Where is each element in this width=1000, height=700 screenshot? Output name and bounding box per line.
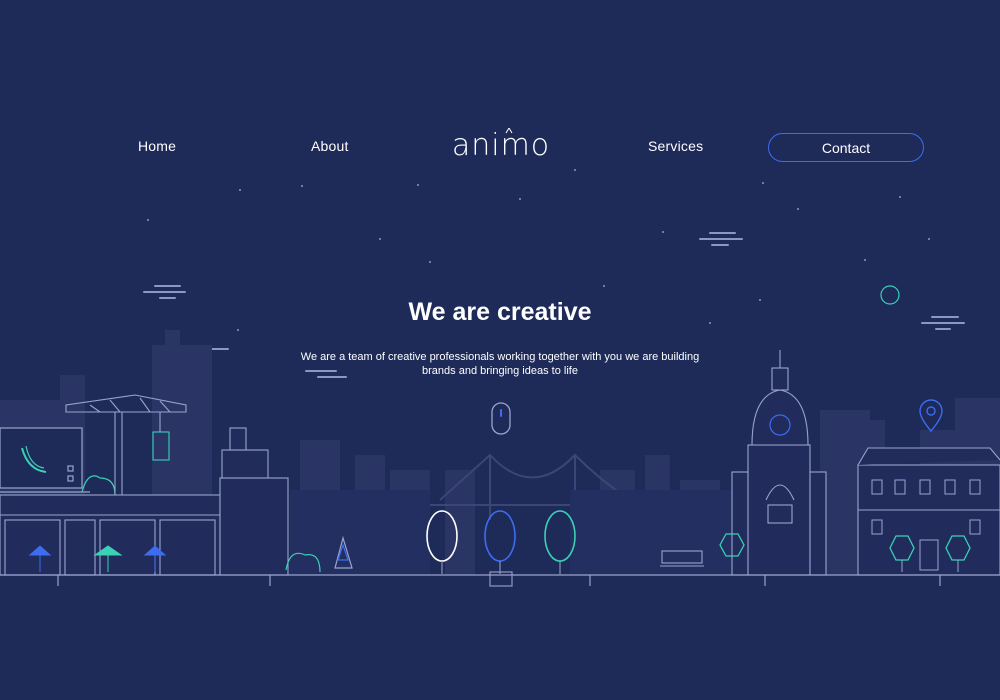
nav-about-link[interactable]: About xyxy=(311,138,349,154)
crown-icon xyxy=(505,128,513,134)
right-building xyxy=(857,447,1000,576)
hero-subtitle: We are a team of creative professionals … xyxy=(300,351,700,377)
balloon-white xyxy=(426,510,458,574)
mouse-scroll-icon[interactable] xyxy=(491,402,511,435)
contact-button[interactable]: Contact xyxy=(768,133,924,162)
tower-left xyxy=(219,427,289,576)
dome-building xyxy=(731,350,827,576)
location-pin-icon xyxy=(919,399,943,433)
nav-home-link[interactable]: Home xyxy=(138,138,176,154)
hero-title: We are creative xyxy=(408,298,592,326)
balloon-blue xyxy=(484,510,516,574)
nav-services-link[interactable]: Services xyxy=(648,138,703,154)
laptop xyxy=(0,427,90,493)
left-building xyxy=(0,494,221,576)
brand-logo[interactable]: animo xyxy=(451,128,551,164)
hero-stage: Home About animo Services Contact We are… xyxy=(0,0,1000,700)
balloon-teal xyxy=(544,510,576,574)
